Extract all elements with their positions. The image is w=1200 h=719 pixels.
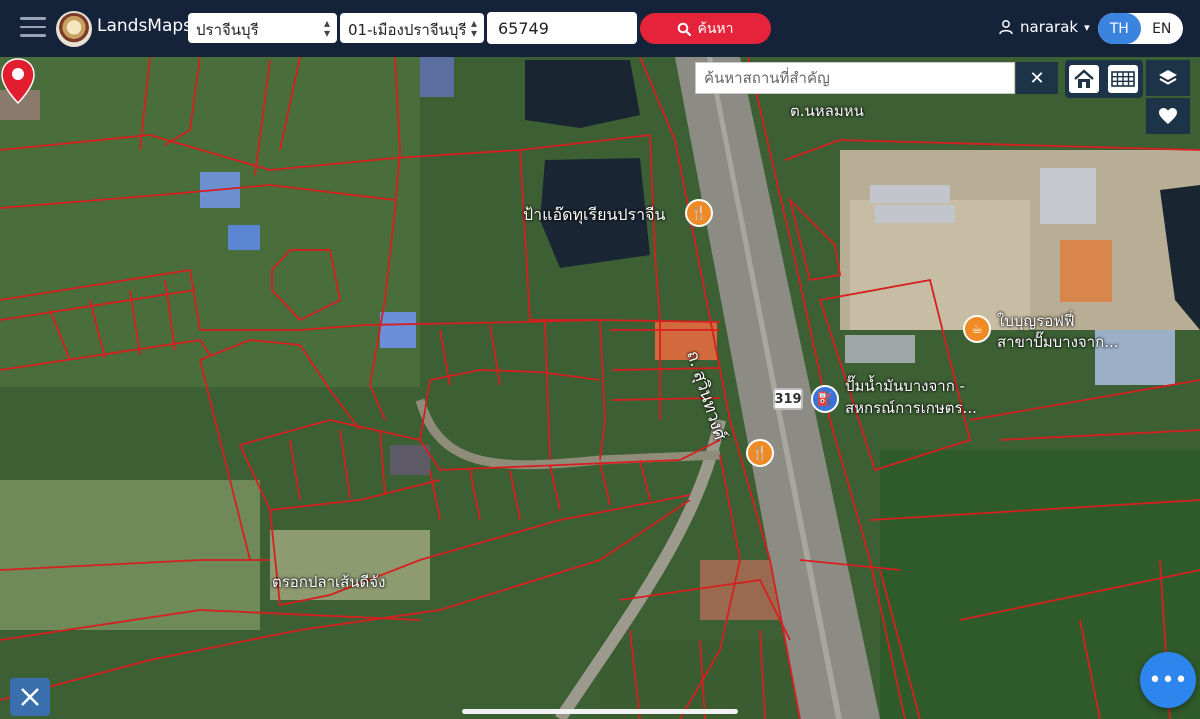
restaurant-icon[interactable]: 🍴 <box>685 199 713 227</box>
province-select[interactable]: ปราจีนบุรี ▴ ▾ <box>188 13 337 43</box>
search-icon <box>678 22 692 36</box>
cafe-icon[interactable]: ☕ <box>963 315 991 343</box>
place-search-input[interactable] <box>695 62 1015 94</box>
lang-en-button[interactable]: EN <box>1141 13 1184 44</box>
district-value: 01-เมืองปราจีนบุรี <box>348 21 467 39</box>
lang-th-button[interactable]: TH <box>1098 13 1141 44</box>
menu-icon[interactable] <box>20 17 46 39</box>
layers-icon[interactable] <box>1146 60 1190 96</box>
route-shield: 319 <box>773 388 803 410</box>
search-button[interactable]: ค้นหา <box>640 13 771 44</box>
satellite-map <box>0 57 1200 719</box>
ruler-pencil-icon[interactable] <box>10 678 50 716</box>
close-icon[interactable]: ✕ <box>1016 62 1058 94</box>
province-value: ปราจีนบุรี <box>196 21 259 39</box>
map-label-gas-2: สหกรณ์การเกษตร... <box>845 399 977 417</box>
user-menu[interactable]: nararak ▾ <box>998 18 1090 36</box>
grid-icon[interactable] <box>1108 65 1138 93</box>
ellipsis-icon[interactable]: ••• <box>1140 652 1196 708</box>
updown-chevron-icon: ▴ ▾ <box>470 16 477 40</box>
map-label-marker: ตรอกปลาเส้นดีจัง <box>272 573 386 591</box>
user-icon <box>999 20 1013 35</box>
home-indicator <box>462 709 738 714</box>
map-canvas[interactable]: 🍴 ☕ ⛽ 🍴 ป้าแอ๊ดทุเรียนปราจีน ถ. สุวินทวง… <box>0 57 1200 719</box>
search-button-label: ค้นหา <box>697 20 734 37</box>
home-icon[interactable] <box>1069 65 1099 93</box>
gas-station-icon[interactable]: ⛽ <box>811 385 839 413</box>
username: nararak <box>1020 18 1079 36</box>
heart-icon[interactable] <box>1146 98 1190 134</box>
map-tool-group <box>1065 60 1143 98</box>
parcel-number-input[interactable] <box>487 12 637 44</box>
district-select[interactable]: 01-เมืองปราจีนบุรี ▴ ▾ <box>340 13 484 43</box>
app-name: LandsMaps <box>97 16 193 36</box>
map-label-cafe-2: สาขาปั๊มบางจาก... <box>997 333 1119 351</box>
updown-chevron-icon: ▴ ▾ <box>323 16 330 40</box>
chevron-down-icon: ▾ <box>1084 20 1090 34</box>
map-label-top: ต.นหลมหน <box>790 102 864 120</box>
restaurant-icon[interactable]: 🍴 <box>746 439 774 467</box>
location-pin-icon[interactable] <box>0 57 36 105</box>
language-toggle: TH EN <box>1098 13 1183 44</box>
map-label-durian-shop: ป้าแอ๊ดทุเรียนปราจีน <box>523 205 666 224</box>
top-bar: LandsMaps ปราจีนบุรี ▴ ▾ 01-เมืองปราจีนบุ… <box>0 0 1200 57</box>
landsmaps-logo <box>56 11 92 47</box>
map-label-gas-1: ปั๊มน้ำมันบางจาก - <box>845 377 965 395</box>
